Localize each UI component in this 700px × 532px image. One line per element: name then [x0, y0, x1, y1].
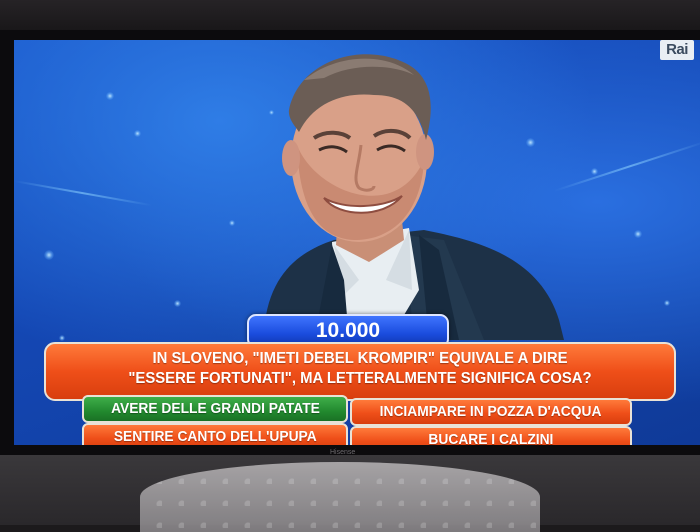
answer-option-1: AVERE DELLE GRANDI PATATE: [82, 395, 348, 423]
question-line-1: IN SLOVENO, "IMETI DEBEL KROMPIR" EQUIVA…: [152, 350, 568, 367]
answer-option-4: BUCARE I CALZINI: [350, 426, 632, 445]
answer-option-2: INCIAMPARE IN POZZA D'ACQUA: [350, 398, 632, 426]
question-bar: IN SLOVENO, "IMETI DEBEL KROMPIR" EQUIVA…: [44, 342, 676, 401]
answer-option-3: SENTIRE CANTO DELL'UPUPA: [82, 423, 348, 445]
tv-screen: Rai 10.000 IN SLOVENO, "IMETI DEBEL KROM…: [14, 40, 700, 445]
answer-label: INCIAMPARE IN POZZA D'ACQUA: [380, 403, 602, 420]
answer-label: SENTIRE CANTO DELL'UPUPA: [113, 428, 317, 445]
question-line-2: "ESSERE FORTUNATI", MA LETTERALMENTE SIG…: [128, 370, 592, 387]
lace-doily: [140, 462, 540, 532]
answer-label: AVERE DELLE GRANDI PATATE: [110, 400, 320, 417]
answer-label: BUCARE I CALZINI: [428, 431, 554, 445]
channel-logo: Rai: [660, 40, 694, 60]
